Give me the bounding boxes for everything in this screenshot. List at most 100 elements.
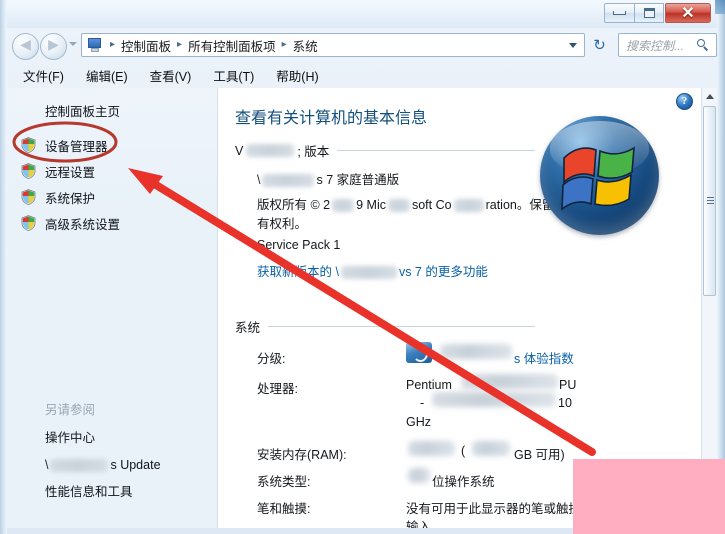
upgrade-link-suffix: vs 7 的更多功能 — [398, 265, 488, 279]
uac-shield-icon — [21, 137, 36, 153]
breadcrumb-bar[interactable]: ▸ 控制面板 ▸ 所有控制面板项 ▸ 系统 — [81, 33, 585, 57]
windows-edition-heading-suffix: ; 版本 — [297, 145, 330, 159]
redacted-text — [50, 459, 109, 473]
breadcrumb-separator: ▸ — [177, 39, 183, 50]
row-label-ram: 安装内存(RAM): — [257, 448, 347, 462]
windows-logo — [540, 116, 659, 235]
redacted-text — [472, 441, 510, 456]
forward-button[interactable]: ▶ — [40, 33, 67, 60]
window-controls: ✕ — [604, 3, 711, 23]
service-pack-value: Service Pack 1 — [257, 238, 341, 252]
windows-edition-heading: V ; 版本 — [235, 141, 535, 160]
row-value-processor-suffix: PU — [559, 378, 577, 392]
windows-edition-value: \ s 7 家庭普通版 — [257, 169, 399, 188]
scroll-up-arrow[interactable] — [702, 88, 717, 104]
back-button[interactable]: ◀ — [12, 33, 39, 60]
search-box[interactable]: 搜索控制... — [618, 33, 717, 57]
windows-edition-heading-prefix: V — [235, 143, 244, 158]
redacted-text — [408, 441, 455, 456]
sidebar-item-label: 系统保护 — [45, 191, 96, 206]
edition-suffix: s 7 家庭普通版 — [316, 173, 400, 187]
scroll-thumb-grip — [707, 197, 714, 206]
copyright-line-2: 有权利。 — [257, 217, 308, 231]
forward-arrow-icon: ▶ — [48, 37, 59, 53]
copyright-line-1: 版权所有 © 29 Mic soft Co ration。保留所 — [257, 194, 567, 213]
redacted-text — [246, 144, 295, 157]
upgrade-link[interactable]: 获取新版本的 \ vs 7 的更多功能 — [257, 261, 488, 280]
redaction-box — [573, 459, 725, 534]
section-rule — [268, 326, 535, 327]
uac-shield-icon — [21, 189, 36, 205]
address-dropdown-chevron-down-icon[interactable] — [569, 42, 577, 48]
menu-item-help[interactable]: 帮助(H) — [276, 66, 318, 85]
close-icon: ✕ — [681, 4, 695, 22]
row-label-rating: 分级: — [257, 352, 286, 366]
sidebar-link-windows-update[interactable]: \ s Update — [45, 452, 161, 479]
search-input[interactable]: 搜索控制... — [626, 37, 684, 54]
row-label-processor: 处理器: — [257, 382, 298, 396]
breadcrumb-item-system[interactable]: 系统 — [291, 36, 320, 55]
section-rule — [337, 150, 535, 151]
explorer-window: ✕ ◀ ▶ ▸ 控制面板 ▸ 所有控制面板项 ▸ 系统 ↻ 搜索控制... 文件… — [0, 0, 725, 534]
maximize-button[interactable] — [634, 3, 664, 23]
back-arrow-icon: ◀ — [20, 37, 31, 53]
menu-item-view[interactable]: 查看(V) — [150, 66, 192, 85]
rating-icon — [406, 342, 432, 363]
navigation-pane: 控制面板主页 设备管理器 远程设置 系统保护 高级系统设置 另请参阅 操作中心 … — [7, 88, 218, 528]
sidebar-link-prefix: \ — [45, 458, 49, 472]
row-label-system-type: 系统类型: — [257, 475, 311, 489]
menu-item-file[interactable]: 文件(F) — [23, 66, 64, 85]
scroll-thumb[interactable] — [703, 106, 716, 296]
see-also-list: 操作中心 \ s Update 性能信息和工具 — [45, 425, 161, 506]
recent-pages-chevron-down-icon[interactable] — [69, 42, 77, 46]
copyright-part: 9 Mic — [356, 198, 386, 212]
redacted-text — [332, 199, 355, 213]
redacted-text — [408, 468, 430, 483]
sidebar-item-advanced-system-settings[interactable]: 高级系统设置 — [21, 210, 211, 236]
system-section-heading: 系统 — [235, 317, 535, 336]
redacted-text — [387, 199, 410, 213]
copyright-part: soft Co — [411, 198, 452, 212]
minimize-icon — [613, 11, 626, 15]
refresh-button[interactable]: ↻ — [589, 35, 610, 55]
sidebar-link-performance-tools[interactable]: 性能信息和工具 — [45, 479, 161, 506]
copyright-part: 版权所有 © 2 — [257, 198, 331, 212]
window-frame-right — [717, 0, 725, 534]
menu-item-tools[interactable]: 工具(T) — [213, 66, 254, 85]
row-value-processor-dash: - — [420, 396, 425, 410]
sidebar-item-label: 远程设置 — [45, 165, 96, 180]
menu-bar: 文件(F) 编辑(E) 查看(V) 工具(T) 帮助(H) — [7, 63, 717, 88]
search-icon — [697, 38, 710, 52]
uac-shield-icon — [21, 163, 36, 179]
row-value-processor-ghz: GHz — [406, 415, 431, 429]
minimize-button[interactable] — [604, 3, 634, 23]
sidebar-item-label: 设备管理器 — [45, 139, 108, 154]
sidebar-item-control-panel-home[interactable]: 控制面板主页 — [45, 101, 120, 120]
sidebar-item-remote-settings[interactable]: 远程设置 — [21, 158, 211, 184]
redacted-text — [453, 199, 484, 213]
close-button[interactable]: ✕ — [665, 3, 711, 23]
menu-item-edit[interactable]: 编辑(E) — [86, 66, 128, 85]
row-value-system-type: 位操作系统 — [432, 475, 495, 489]
redacted-text — [461, 374, 558, 389]
sidebar-item-device-manager[interactable]: 设备管理器 — [21, 132, 211, 158]
window-corner — [715, 0, 725, 14]
redacted-text — [340, 266, 397, 280]
redacted-text — [262, 174, 315, 188]
redacted-text — [432, 392, 556, 407]
row-label-pen-touch: 笔和触摸: — [257, 502, 311, 516]
sidebar-task-list: 设备管理器 远程设置 系统保护 高级系统设置 — [21, 132, 211, 236]
row-value-ram-avail: GB 可用) — [514, 448, 565, 462]
row-value-pen-touch-2: 输入 — [406, 520, 432, 528]
breadcrumb-separator: ▸ — [110, 39, 116, 50]
screenshot-root: ✕ ◀ ▶ ▸ 控制面板 ▸ 所有控制面板项 ▸ 系统 ↻ 搜索控制... 文件… — [0, 0, 725, 534]
breadcrumb-item-control-panel[interactable]: 控制面板 — [119, 36, 173, 55]
edition-prefix: \ — [257, 173, 261, 187]
sidebar-link-action-center[interactable]: 操作中心 — [45, 425, 161, 452]
breadcrumb-item-all-items[interactable]: 所有控制面板项 — [186, 36, 278, 55]
sidebar-item-system-protection[interactable]: 系统保护 — [21, 184, 211, 210]
computer-icon — [87, 37, 103, 53]
windows-flag-icon — [561, 146, 635, 211]
help-icon[interactable]: ? — [676, 93, 693, 110]
row-value-rating-link[interactable]: s 体验指数 — [514, 348, 574, 367]
